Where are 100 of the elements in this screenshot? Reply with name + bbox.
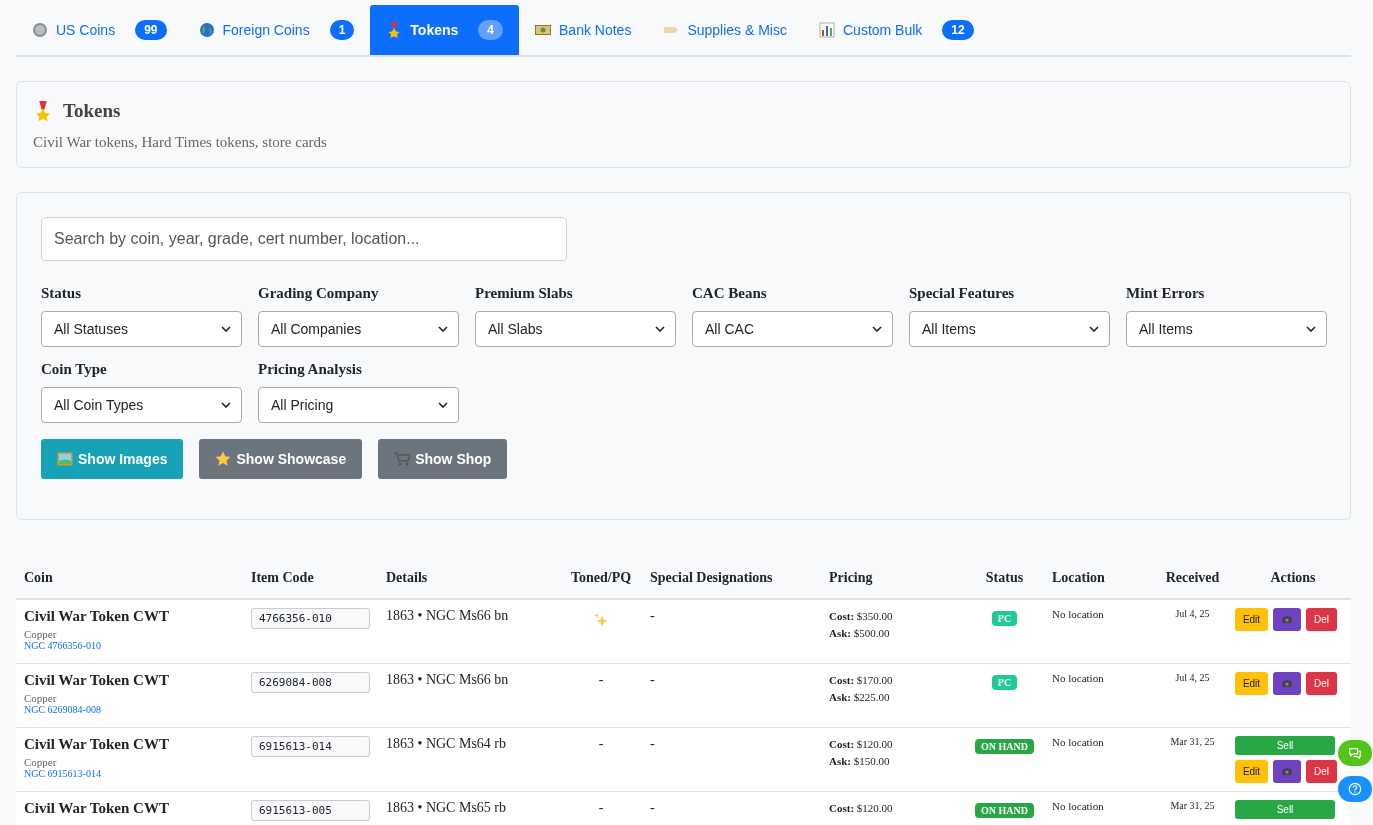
status-badge: ON HAND xyxy=(975,739,1034,754)
column-header: Received xyxy=(1165,570,1220,585)
camera-button[interactable] xyxy=(1273,672,1301,695)
received-date: Mar 31, 25 xyxy=(1170,736,1215,747)
coin-metal: Copper xyxy=(24,628,58,640)
column-header: Location xyxy=(1052,570,1105,585)
received-date: Mar 31, 25 xyxy=(1170,800,1215,811)
column-header: Details xyxy=(386,570,428,585)
filter-label: Grading Company xyxy=(258,285,380,302)
item-code-field[interactable]: 6915613-014 xyxy=(251,736,370,757)
item-code-field[interactable]: 4766356-010 xyxy=(251,608,370,629)
delete-button[interactable]: Del xyxy=(1306,608,1337,631)
location-text: No location xyxy=(1052,800,1104,812)
delete-button[interactable]: Del xyxy=(1306,760,1337,783)
column-header: Coin xyxy=(24,570,53,585)
coin-name: Civil War Token CWT xyxy=(24,608,170,625)
column-header: Item Code xyxy=(251,570,314,585)
count-badge: 12 xyxy=(942,20,974,40)
camera-icon xyxy=(1282,766,1292,777)
filter-label: CAC Beans xyxy=(692,285,768,302)
filter-dropdown[interactable]: All Coin Types xyxy=(41,387,242,423)
item-code-field[interactable]: 6269084-008 xyxy=(251,672,370,693)
edit-button[interactable]: Edit xyxy=(1235,760,1268,783)
location-text: No location xyxy=(1052,672,1104,684)
section-subtitle: Civil War tokens, Hard Times tokens, store cards xyxy=(33,134,328,151)
cost-text: Cost: $170.00 xyxy=(829,673,894,688)
filter-dropdown[interactable]: All Pricing xyxy=(258,387,459,423)
cert-link[interactable]: NGC 4766356-010 xyxy=(24,640,235,651)
tab[interactable]: Bank Notes xyxy=(519,5,648,55)
filter-label: Status xyxy=(41,285,82,302)
location-text: No location xyxy=(1052,736,1104,748)
filter-dropdown[interactable]: All Items xyxy=(909,311,1110,347)
filter-dropdown[interactable]: All CAC xyxy=(692,311,893,347)
filter-label: Pricing Analysis xyxy=(258,361,363,378)
filter-label: Special Features xyxy=(909,285,1016,302)
received-date: Jul 4, 25 xyxy=(1175,608,1210,619)
filter-dropdown[interactable]: All Items xyxy=(1126,311,1327,347)
cert-link[interactable]: NGC 6269084-008 xyxy=(24,704,235,715)
location-text: No location xyxy=(1052,608,1104,620)
toggle-button[interactable]: Show Shop xyxy=(378,439,508,479)
chevron-down-icon xyxy=(221,402,231,408)
sell-button[interactable]: Sell xyxy=(1235,736,1335,755)
chevron-down-icon xyxy=(438,326,448,332)
ask-text: Ask: $225.00 xyxy=(829,690,891,705)
star-icon xyxy=(215,451,232,467)
camera-button[interactable] xyxy=(1273,760,1301,783)
chevron-down-icon xyxy=(1306,326,1316,332)
details-text: 1863 • NGC Ms64 rb xyxy=(386,736,507,751)
column-header: Pricing xyxy=(829,570,873,585)
status-badge: PC xyxy=(991,611,1018,626)
count-badge: 1 xyxy=(329,20,355,40)
tab[interactable]: Supplies & Misc xyxy=(647,5,803,55)
column-header: Toned/PQ xyxy=(570,570,632,585)
filter-dropdown[interactable]: All Slabs xyxy=(475,311,676,347)
globe-icon xyxy=(198,22,215,38)
coin-name: Civil War Token CWT xyxy=(24,736,170,753)
status-badge: PC xyxy=(991,675,1018,690)
toggle-button[interactable]: Show Images xyxy=(41,439,184,479)
edit-button[interactable]: Edit xyxy=(1235,672,1268,695)
count-badge: 99 xyxy=(135,20,167,40)
search-field[interactable]: Search by coin, year, grade, cert number, location... xyxy=(41,217,567,261)
bar-chart-icon xyxy=(819,22,835,38)
filter-dropdown[interactable]: All Companies xyxy=(258,311,459,347)
help-button[interactable] xyxy=(1338,776,1372,802)
special-text: - xyxy=(650,672,655,687)
chat-button[interactable] xyxy=(1338,740,1372,766)
column-header: Status xyxy=(985,570,1024,585)
camera-button[interactable] xyxy=(1273,608,1301,631)
details-text: 1863 • NGC Ms66 bn xyxy=(386,672,509,687)
column-header: Actions xyxy=(1270,570,1316,585)
toggle-button[interactable]: Show Showcase xyxy=(199,439,363,479)
chevron-down-icon xyxy=(655,326,665,332)
tab[interactable]: Tokens 4 xyxy=(370,5,519,55)
section-title: Tokens xyxy=(63,100,121,122)
ask-text: Ask: $150.00 xyxy=(829,754,891,769)
coin-icon xyxy=(32,22,48,38)
filter-label: Mint Errors xyxy=(1126,285,1206,302)
tab[interactable]: Custom Bulk 12 xyxy=(803,5,990,55)
chat-icon xyxy=(1348,746,1362,760)
cert-link[interactable]: NGC 6915613-014 xyxy=(24,768,235,779)
delete-button[interactable]: Del xyxy=(1306,672,1337,695)
toned-text: - xyxy=(598,672,604,687)
details-text: 1863 • NGC Ms66 bn xyxy=(386,608,509,623)
item-code-field[interactable]: 6915613-005 xyxy=(251,800,370,821)
special-text: - xyxy=(650,736,655,751)
chevron-down-icon xyxy=(438,402,448,408)
tab[interactable]: Foreign Coins 1 xyxy=(182,5,371,55)
coin-metal: Copper xyxy=(24,692,58,704)
help-icon xyxy=(1348,782,1362,796)
tab[interactable]: US Coins 99 xyxy=(16,5,183,55)
picture-frame-icon xyxy=(57,451,73,467)
edit-button[interactable]: Edit xyxy=(1235,608,1268,631)
special-text: - xyxy=(650,608,655,623)
details-text: 1863 • NGC Ms65 rb xyxy=(386,800,507,815)
cost-text: Cost: $350.00 xyxy=(829,609,894,624)
cost-text: Cost: $120.00 xyxy=(829,801,894,816)
filter-dropdown[interactable]: All Statuses xyxy=(41,311,242,347)
banknote-icon xyxy=(535,22,551,38)
filter-label: Premium Slabs xyxy=(475,285,574,302)
sell-button[interactable]: Sell xyxy=(1235,800,1335,819)
